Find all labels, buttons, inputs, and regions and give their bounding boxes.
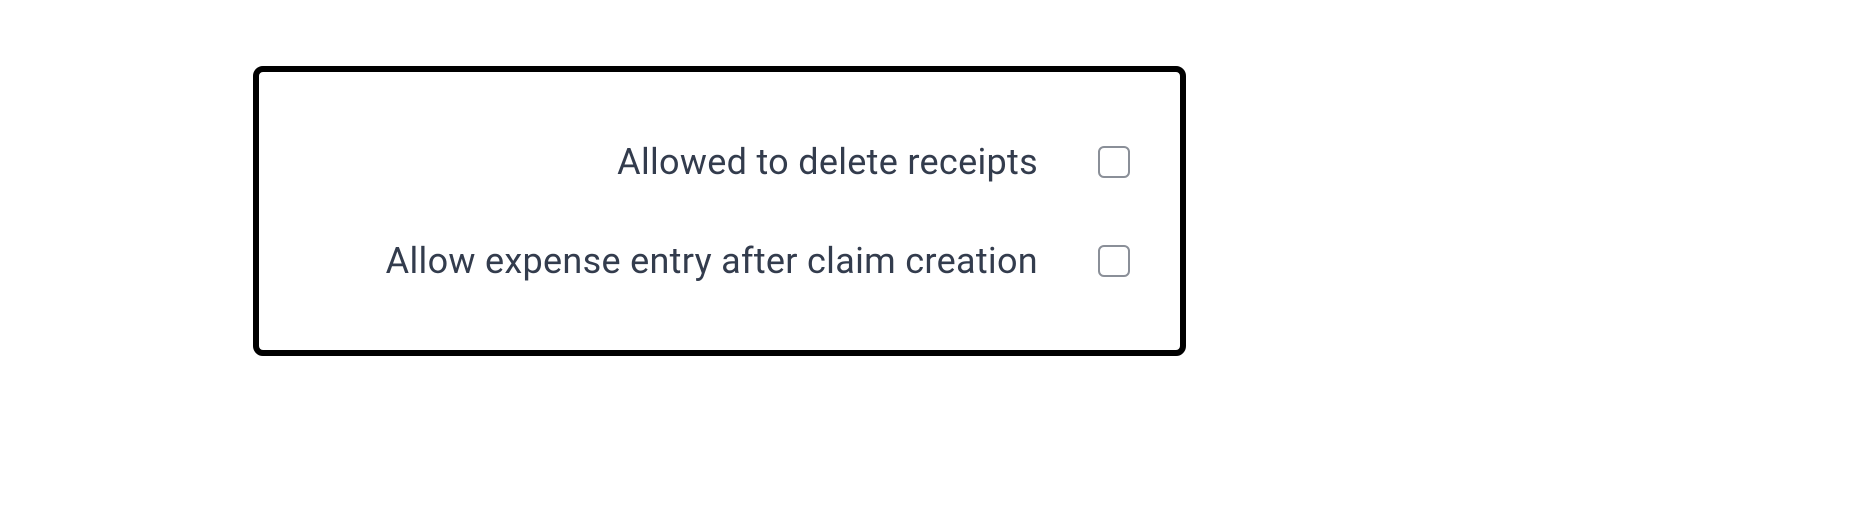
settings-panel: Allowed to delete receipts Allow expense…: [253, 66, 1186, 356]
setting-row-delete-receipts: Allowed to delete receipts: [309, 141, 1130, 183]
checkbox-delete-receipts[interactable]: [1098, 146, 1130, 178]
checkbox-expense-entry[interactable]: [1098, 245, 1130, 277]
setting-row-expense-entry: Allow expense entry after claim creation: [309, 240, 1130, 282]
setting-label-delete-receipts: Allowed to delete receipts: [617, 141, 1038, 183]
setting-label-expense-entry: Allow expense entry after claim creation: [386, 240, 1038, 282]
